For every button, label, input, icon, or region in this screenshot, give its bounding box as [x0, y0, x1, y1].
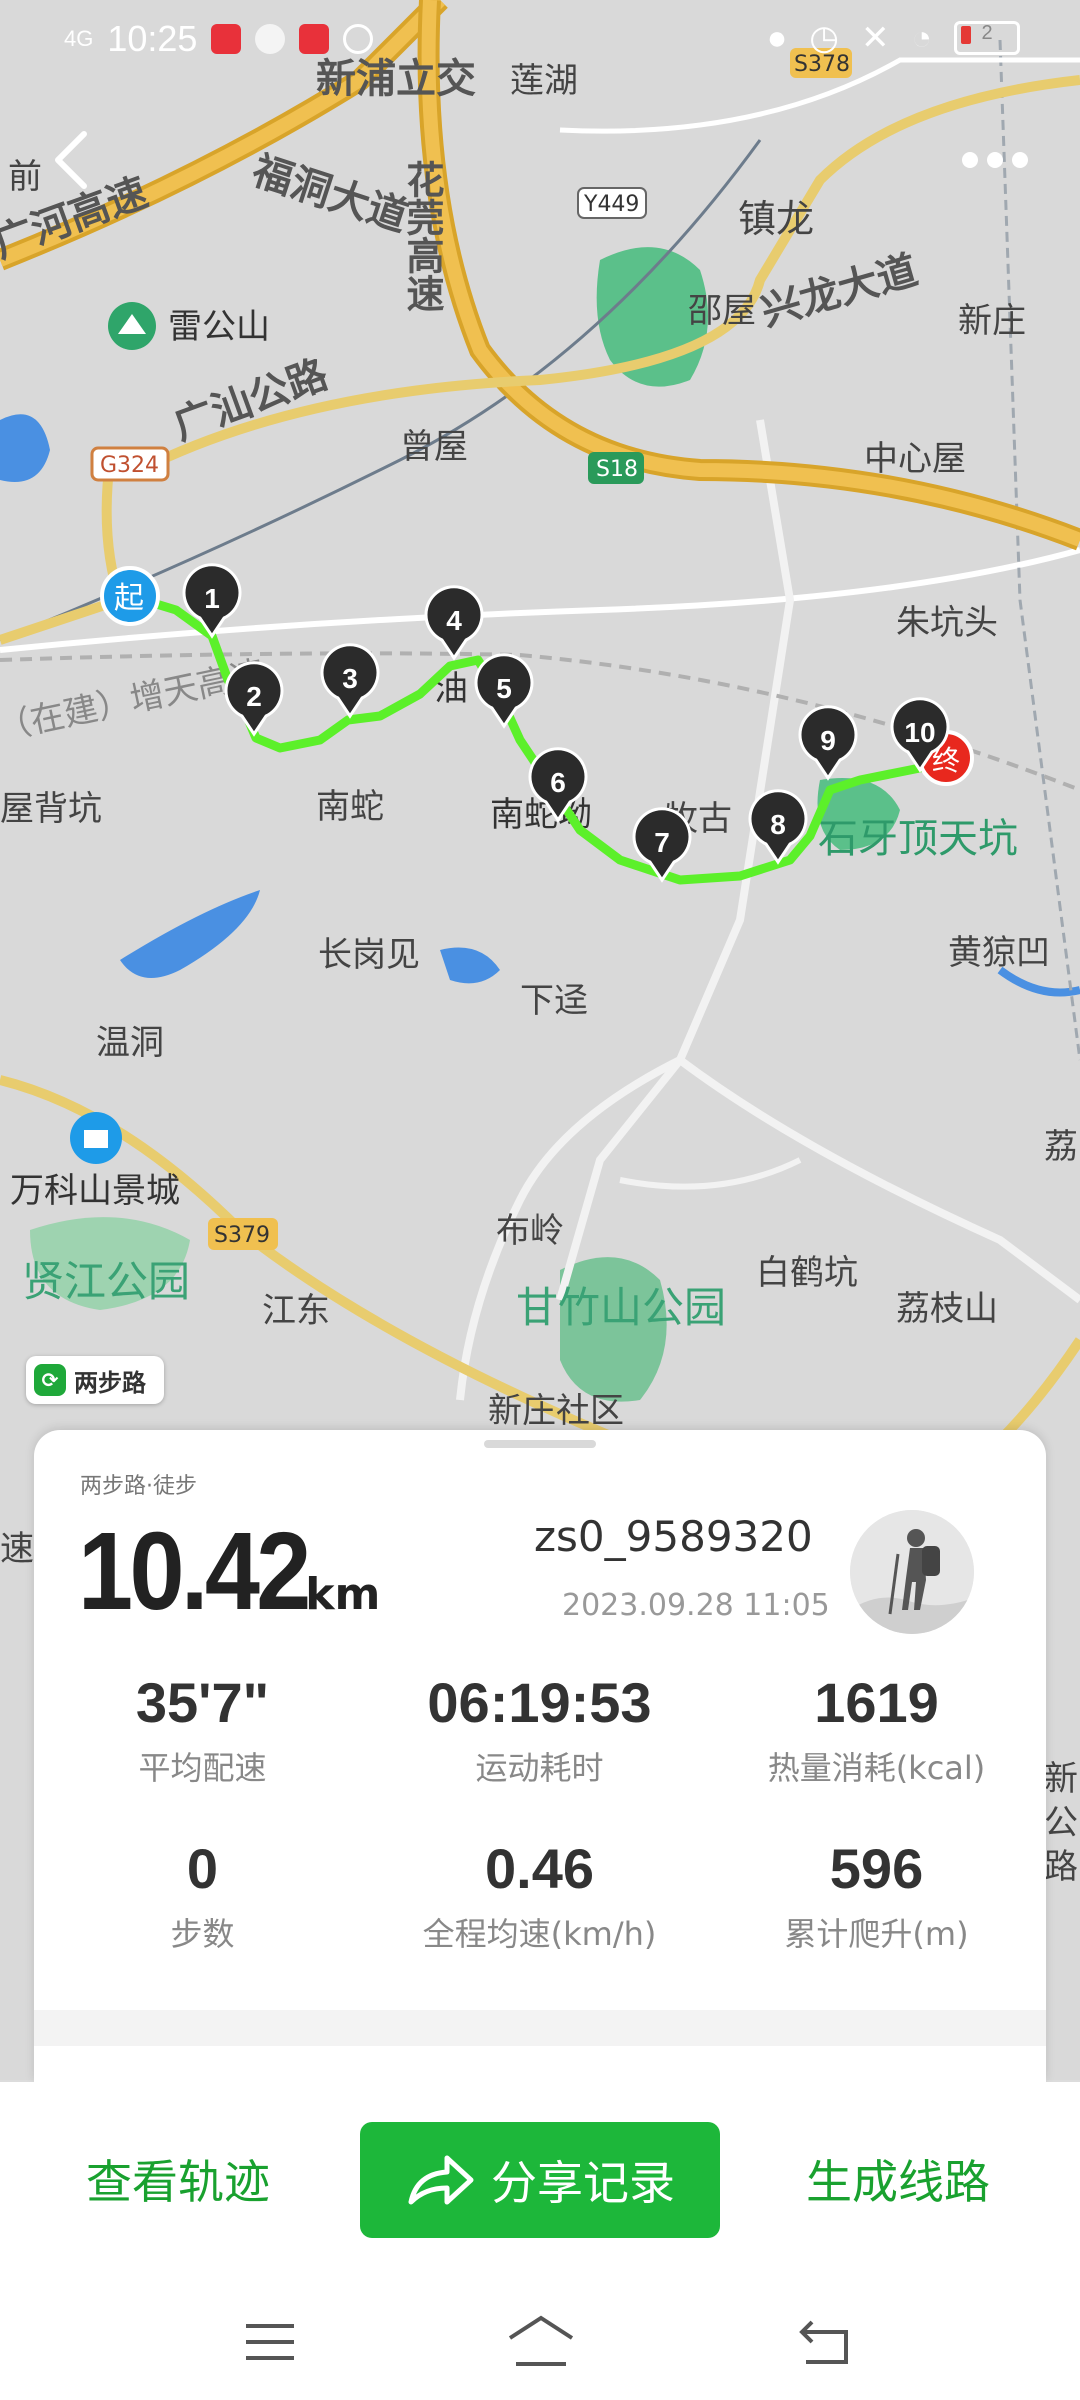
map-label: 屋背坑 [0, 789, 102, 829]
battery-icon: 2 [954, 21, 1020, 55]
location-notification-icon [255, 24, 286, 54]
stat-avg-speed: 0.46 全程均速(km/h) [422, 1837, 657, 1953]
clock: 10:25 [107, 18, 198, 59]
back-nav-button[interactable] [796, 2312, 856, 2372]
route-marker-label: 9 [820, 725, 836, 756]
home-nav-button[interactable] [506, 2312, 574, 2372]
mute-icon: ✕ [860, 19, 890, 57]
menu-nav-button[interactable] [240, 2312, 300, 2372]
summary-card: 两步路·徒步 10.42 km zs0_9589320 2023.09.28 1… [34, 1430, 1046, 2082]
drag-handle[interactable] [484, 1440, 596, 1448]
card-divider [34, 2010, 1046, 2046]
network-icon: 4G [64, 26, 94, 51]
map-label: 黄猄凹 [948, 933, 1050, 973]
app-notification-icon [211, 24, 242, 54]
map-label: 江东 [262, 1291, 330, 1331]
brand-watermark: ⟳ 两步路 [26, 1356, 164, 1404]
distance-value: 10.42 [78, 1510, 311, 1633]
map-label: 南蛇 [316, 787, 384, 827]
map-label: 下迳 [520, 981, 588, 1021]
location-icon: ● [766, 18, 788, 57]
record-datetime: 2023.09.28 11:05 [562, 1588, 830, 1623]
map-label: 路 [1044, 1847, 1078, 1887]
share-record-button[interactable]: 分享记录 [360, 2122, 720, 2238]
map-label: 镇龙 [738, 197, 814, 241]
bottom-action-bar: 查看轨迹 分享记录 生成线路 [0, 2082, 1080, 2400]
map-label: 石牙顶天坑 [818, 816, 1018, 862]
map-label: 曾屋 [400, 427, 468, 467]
avatar[interactable] [850, 1510, 974, 1634]
map-label: 新庄 [958, 301, 1026, 341]
generate-route-button[interactable]: 生成线路 [806, 2146, 990, 2212]
map-label: 白鹤坑 [756, 1253, 858, 1293]
brand-logo-icon: ⟳ [34, 1364, 66, 1396]
share-icon [408, 2155, 474, 2205]
road-badge: G324 [100, 453, 159, 478]
map-label: 中心屋 [864, 439, 966, 479]
total-distance: 10.42 km [78, 1508, 380, 1635]
activity-source: 两步路·徒步 [80, 1474, 197, 1499]
route-marker-label: 6 [550, 767, 566, 798]
route-marker-label: 7 [654, 827, 670, 858]
back-button[interactable] [40, 120, 110, 200]
view-track-button[interactable]: 查看轨迹 [86, 2146, 270, 2212]
alarm-icon: ◷ [809, 19, 839, 57]
map-label: 前 [8, 157, 42, 197]
map-label: 温洞 [96, 1023, 164, 1063]
distance-unit: km [305, 1569, 381, 1620]
map-label: 公 [1044, 1803, 1078, 1843]
status-bar: 4G 10:25 ● ◷ ✕ ◔ 2 [0, 0, 1080, 80]
map-label: 甘竹山公园 [516, 1283, 726, 1332]
more-options-button[interactable] [950, 135, 1040, 185]
wifi-icon: ◔ [911, 18, 932, 57]
map-label: 贤江公园 [22, 1257, 190, 1306]
start-marker: 起 [100, 566, 160, 626]
route-marker-label: 8 [770, 809, 786, 840]
route-marker-label: 4 [446, 605, 462, 636]
map-label: 万科山景城 [10, 1171, 180, 1211]
map-label: 荔 [1044, 1127, 1078, 1167]
map-label: 新 [1044, 1759, 1078, 1799]
map-label: 新庄社区 [488, 1391, 624, 1431]
route-marker-label: 3 [342, 663, 358, 694]
brand-name: 两步路 [74, 1368, 146, 1397]
road-badge: S379 [214, 1223, 270, 1248]
route-marker-label: 5 [496, 673, 512, 704]
map-label: 朱坑头 [896, 603, 998, 643]
stat-elevation-gain: 596 累计爬升(m) [784, 1837, 969, 1953]
stat-avg-pace: 35'7" 平均配速 [135, 1671, 270, 1787]
map-label: 邵屋 [688, 291, 756, 331]
username: zs0_9589320 [534, 1512, 813, 1561]
stat-steps: 0 步数 [170, 1837, 235, 1953]
map-label: 荔枝山 [896, 1289, 998, 1329]
svg-text:起: 起 [114, 581, 144, 616]
route-marker-label: 1 [204, 583, 220, 614]
road-label: 花莞高速 [400, 160, 444, 312]
map-label: 雷公山 [168, 307, 270, 347]
route-marker-label: 10 [904, 717, 935, 748]
map-label: 布岭 [496, 1211, 564, 1251]
route-marker-label: 2 [246, 681, 262, 712]
share-record-label: 分享记录 [491, 2156, 675, 2210]
road-badge: Y449 [583, 192, 639, 217]
stat-duration: 06:19:53 运动耗时 [427, 1671, 652, 1787]
news-notification-icon [299, 24, 330, 54]
map-label: 速 [0, 1529, 34, 1569]
road-badge: S18 [596, 457, 638, 482]
weibo-icon [343, 24, 374, 54]
map-label: 长岗见 [318, 935, 420, 975]
stat-calories: 1619 热量消耗(kcal) [767, 1671, 986, 1787]
